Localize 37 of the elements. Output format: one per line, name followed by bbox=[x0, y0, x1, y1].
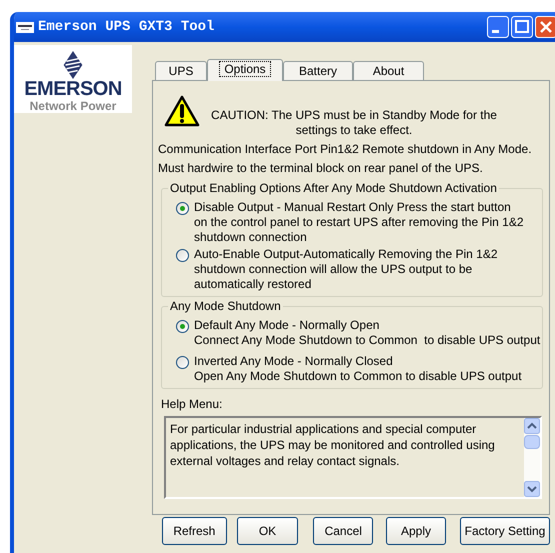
tab[interactable]: Battery bbox=[283, 61, 353, 80]
tab[interactable]: Options bbox=[207, 59, 283, 81]
help-label: Help Menu: bbox=[161, 396, 224, 413]
dialog-button[interactable]: Refresh bbox=[162, 517, 227, 545]
radio-button[interactable] bbox=[176, 202, 189, 215]
warning-icon bbox=[164, 95, 200, 127]
radio-label[interactable]: Auto-Enable Output-Automatically Removing the Pin 1&2 shutdown connection will allow the UPS output to be automatically restored bbox=[194, 247, 498, 292]
group-title: Any Mode Shutdown bbox=[168, 299, 283, 314]
scroll-thumb[interactable] bbox=[524, 435, 540, 449]
scroll-down-icon[interactable] bbox=[524, 481, 540, 497]
radio-button[interactable] bbox=[176, 249, 189, 262]
help-text: For particular industrial applications and special computer applications, the UPS may be monitored and controlled using external voltages and relay contact signals. bbox=[169, 421, 496, 470]
group-title: Output Enabling Options After Any Mode Shutdown Activation bbox=[168, 181, 499, 196]
minimize-icon[interactable] bbox=[487, 16, 509, 38]
dialog-button[interactable]: Cancel bbox=[313, 517, 374, 545]
caution-text: CAUTION: The UPS must be in Standby Mode for the settings to take effect. bbox=[210, 108, 498, 138]
close-icon[interactable] bbox=[535, 16, 555, 38]
radio-label[interactable]: Inverted Any Mode - Normally Closed Open Any Mode Shutdown to Common to disable UPS output bbox=[194, 354, 522, 384]
radio-label[interactable]: Disable Output - Manual Restart Only Press the start button on the control panel to restart UPS after removing the Pin 1&2 shutdown connection bbox=[194, 200, 524, 245]
note-text: Must hardwire to the terminal block on rear panel of the UPS. bbox=[158, 161, 484, 176]
window-title: Emerson UPS GXT3 Tool bbox=[38, 18, 214, 36]
radio-button[interactable] bbox=[176, 320, 189, 333]
maximize-icon[interactable] bbox=[511, 16, 533, 38]
tab[interactable]: UPS bbox=[155, 61, 207, 80]
dialog-button[interactable]: Apply bbox=[386, 517, 446, 545]
tab[interactable]: About bbox=[353, 61, 424, 80]
logo-brand: EMERSON bbox=[24, 79, 122, 99]
scrollbar[interactable] bbox=[524, 418, 540, 497]
radio-button[interactable] bbox=[176, 356, 189, 369]
scroll-up-icon[interactable] bbox=[524, 418, 540, 434]
dialog-button[interactable]: OK bbox=[236, 517, 298, 545]
note-text: Communication Interface Port Pin1&2 Remote shutdown in Any Mode. bbox=[158, 142, 533, 157]
radio-label[interactable]: Default Any Mode - Normally Open Connect Any Mode Shutdown to Common to disable UPS output bbox=[194, 318, 540, 348]
logo-icon bbox=[62, 51, 84, 79]
dialog-button[interactable]: Factory Setting bbox=[460, 517, 550, 545]
logo-subtitle: Network Power bbox=[30, 99, 116, 113]
app-icon bbox=[16, 22, 34, 32]
